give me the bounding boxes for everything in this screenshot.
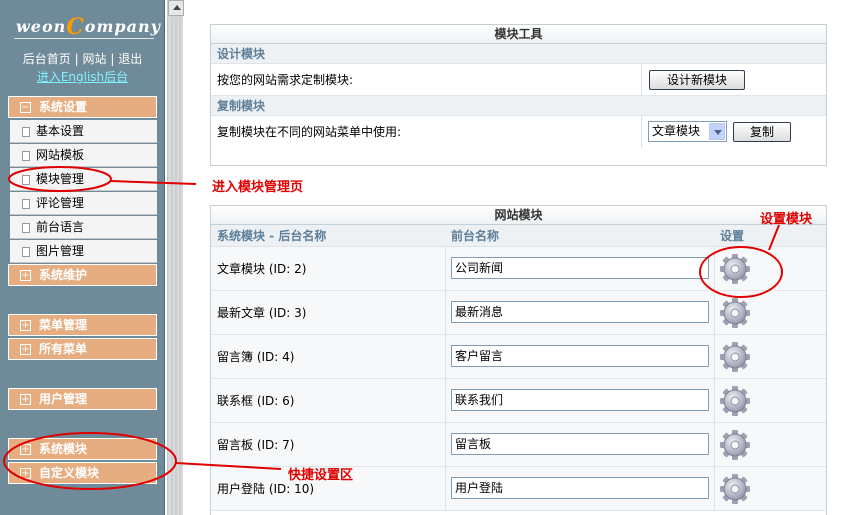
document-icon	[22, 175, 30, 185]
gear-icon[interactable]	[718, 252, 752, 286]
gear-icon[interactable]	[718, 340, 752, 374]
frontend-name-input[interactable]: 公司新闻	[451, 257, 709, 279]
logout-link[interactable]: 退出	[118, 52, 142, 66]
design-module-label: 按您的网站需求定制模块:	[217, 73, 354, 87]
english-admin-link[interactable]: 进入English后台	[0, 68, 165, 85]
website-modules-title: 网站模块	[211, 206, 826, 225]
module-backend-name: 联系框 (ID: 6)	[217, 394, 295, 408]
annotation-module-mgmt: 进入模块管理页	[212, 180, 304, 195]
gear-icon[interactable]	[718, 384, 752, 418]
table-row: 文章模块 (ID: 2) 公司新闻	[211, 247, 826, 291]
expand-icon: +	[20, 320, 31, 331]
document-icon	[22, 199, 30, 209]
module-tools-panel: 模块工具 设计模块 按您的网站需求定制模块: 设计新模块 复制模块 复制模块在不…	[210, 24, 827, 166]
frontend-name-input[interactable]: 客户留言	[451, 345, 709, 367]
module-backend-name: 最新文章 (ID: 3)	[217, 306, 307, 320]
sidebar-scrollbar[interactable]	[167, 0, 184, 515]
group-menu-management[interactable]: + 菜单管理	[8, 314, 157, 336]
top-links: 后台首页 | 网站 | 退出	[22, 52, 143, 66]
site-link[interactable]: 网站	[82, 52, 106, 66]
scroll-thumb[interactable]	[169, 18, 183, 515]
table-row: 联系框 (ID: 6) 联系我们	[211, 379, 826, 423]
annotation-set-module: 设置模块	[760, 212, 813, 227]
group-custom-modules[interactable]: + 自定义模块	[8, 462, 157, 484]
module-backend-name: 留言板 (ID: 7)	[217, 438, 295, 452]
modules-table-header: 系统模块 - 后台名称 前台名称 设置	[211, 225, 826, 247]
gear-icon[interactable]	[718, 472, 752, 506]
expand-icon: +	[20, 444, 31, 455]
expand-icon: +	[20, 344, 31, 355]
sidebar-item-site-template[interactable]: 网站模板	[10, 144, 157, 167]
frontend-name-input[interactable]: 最新消息	[451, 301, 709, 323]
gear-icon[interactable]	[718, 428, 752, 462]
copy-module-row: 复制模块在不同的网站菜单中使用: 文章模块 复制	[211, 116, 826, 148]
table-row: 留言簿 (ID: 4) 客户留言	[211, 335, 826, 379]
group-all-menus[interactable]: + 所有菜单	[8, 338, 157, 360]
design-module-row: 按您的网站需求定制模块: 设计新模块	[211, 64, 826, 96]
expand-icon: +	[20, 394, 31, 405]
design-new-module-button[interactable]: 设计新模块	[649, 70, 745, 90]
group-system-maintenance[interactable]: + 系统维护	[8, 264, 157, 286]
group-system-settings[interactable]: − 系统设置	[8, 96, 157, 118]
expand-icon: +	[20, 468, 31, 479]
sidebar-item-basic-settings[interactable]: 基本设置	[10, 120, 157, 143]
annotation-quick-area: 快捷设置区	[288, 468, 354, 483]
module-tools-title: 模块工具	[211, 25, 826, 44]
sidebar-item-images[interactable]: 图片管理	[10, 240, 157, 263]
document-icon	[22, 223, 30, 233]
expand-icon: +	[20, 270, 31, 281]
frontend-name-input[interactable]: 用户登陆	[451, 477, 709, 499]
design-module-heading: 设计模块	[211, 44, 826, 64]
collapse-icon: −	[20, 102, 31, 113]
logo: weonCompany	[8, 8, 161, 40]
group-user-management[interactable]: + 用户管理	[8, 388, 157, 410]
copy-module-heading: 复制模块	[211, 96, 826, 116]
frontend-name-input[interactable]: 联系我们	[451, 389, 709, 411]
document-icon	[22, 247, 30, 257]
scroll-up-button[interactable]	[168, 0, 184, 16]
home-link[interactable]: 后台首页	[23, 52, 71, 66]
document-icon	[22, 151, 30, 161]
group-system-modules[interactable]: + 系统模块	[8, 438, 157, 460]
chevron-down-icon	[709, 123, 725, 140]
table-row: 最新文章 (ID: 3) 最新消息	[211, 291, 826, 335]
module-backend-name: 文章模块 (ID: 2)	[217, 262, 307, 276]
frontend-name-input[interactable]: 留言板	[451, 433, 709, 455]
table-row: 留言板 (ID: 7) 留言板	[211, 423, 826, 467]
sidebar-item-comments[interactable]: 评论管理	[10, 192, 157, 215]
module-backend-name: 留言簿 (ID: 4)	[217, 350, 295, 364]
sidebar: weonCompany 后台首页 | 网站 | 退出 进入English后台 −…	[0, 0, 165, 515]
col-settings: 设置	[720, 229, 745, 243]
module-select[interactable]: 文章模块	[648, 121, 727, 142]
col-backend-name: 系统模块 - 后台名称	[217, 229, 327, 243]
logo-text: weonCompany	[16, 14, 161, 40]
copy-module-label: 复制模块在不同的网站菜单中使用:	[217, 125, 402, 139]
gear-icon[interactable]	[718, 296, 752, 330]
document-icon	[22, 127, 30, 137]
sidebar-item-frontend-language[interactable]: 前台语言	[10, 216, 157, 239]
copy-button[interactable]: 复制	[733, 122, 791, 142]
sidebar-item-module-management[interactable]: 模块管理	[10, 168, 157, 191]
col-frontend-name: 前台名称	[451, 229, 500, 243]
